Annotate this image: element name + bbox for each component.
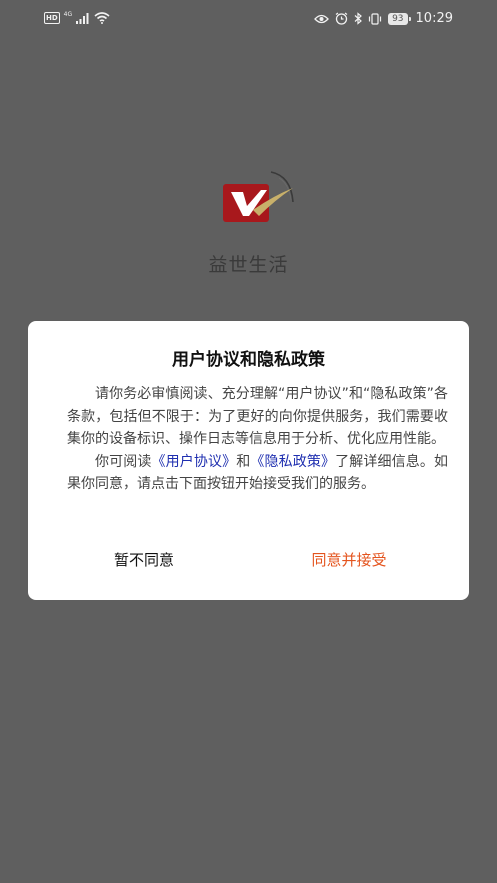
- vibrate-icon: [368, 12, 382, 25]
- wifi-icon: [94, 12, 110, 24]
- network-type-label: 4G: [63, 11, 73, 18]
- bluetooth-icon: [354, 12, 362, 25]
- signal-icon: [76, 12, 89, 24]
- dialog-paragraph-1: 请你务必审慎阅读、充分理解“用户协议”和“隐私政策”各条款，包括但不限于：为了更…: [67, 386, 448, 447]
- alarm-icon: [335, 12, 348, 25]
- privacy-policy-link[interactable]: 《隐私政策》: [250, 454, 335, 470]
- app-name: 益世生活: [208, 254, 289, 276]
- p2-and: 和: [236, 453, 251, 470]
- disagree-button[interactable]: 暂不同意: [64, 545, 224, 575]
- dialog-title: 用户协议和隐私政策: [172, 350, 325, 370]
- status-right: 93 10:29: [314, 11, 453, 26]
- privacy-dialog: 用户协议和隐私政策 请你务必审慎阅读、充分理解“用户协议”和“隐私政策”各条款，…: [28, 321, 469, 600]
- hd-badge: HD: [44, 12, 60, 24]
- clock: 10:29: [415, 11, 453, 26]
- dialog-paragraph-2: 你可阅读《用户协议》和《隐私政策》了解详细信息。如果你同意，请点击下面按钮开始接…: [67, 451, 448, 496]
- user-agreement-link[interactable]: 《用户协议》: [152, 454, 237, 470]
- status-left: HD 4G: [44, 12, 110, 24]
- p2-prefix: 你可阅读: [95, 453, 152, 470]
- dialog-body: 请你务必审慎阅读、充分理解“用户协议”和“隐私政策”各条款，包括但不限于：为了更…: [67, 383, 448, 496]
- app-logo: [223, 171, 294, 222]
- status-bar: HD 4G 93 10:29: [0, 0, 497, 38]
- agree-button[interactable]: 同意并接受: [269, 545, 429, 575]
- battery-indicator: 93: [388, 12, 412, 25]
- dialog-buttons: 暂不同意 同意并接受: [28, 545, 469, 575]
- eye-icon: [314, 14, 329, 23]
